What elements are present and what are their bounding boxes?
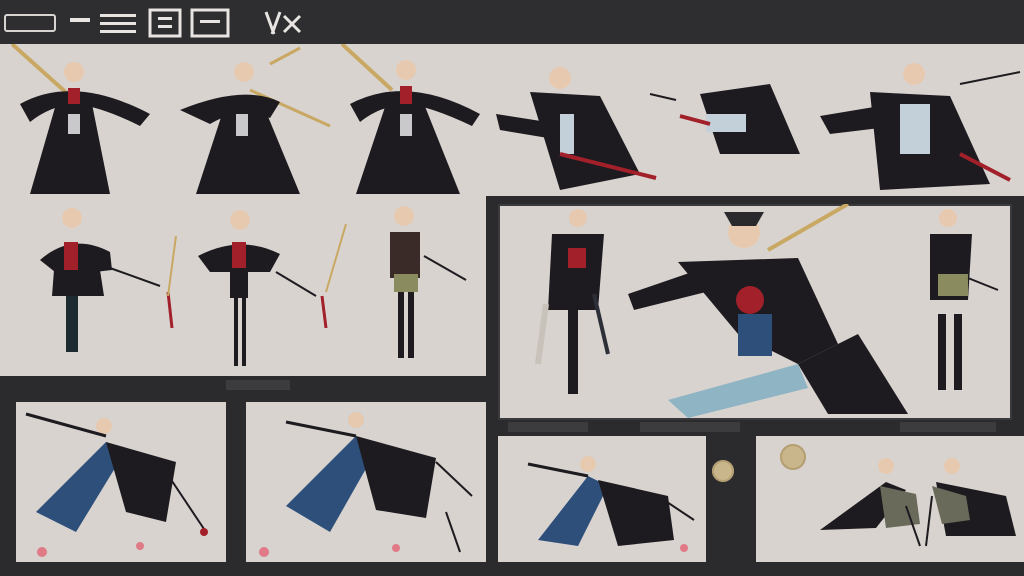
figure-top-5 [649, 84, 800, 154]
bottom-left-figure [25, 412, 208, 557]
bottom-mid-figure [259, 412, 473, 557]
front-row-caption-strip [226, 380, 290, 390]
figure-top-6 [820, 63, 1021, 190]
pose-bottom-right-b [756, 436, 1024, 562]
figure-top-3 [340, 44, 480, 194]
main-action-caption-strip-2 [640, 422, 740, 432]
top-header-bar [0, 0, 1024, 44]
front-row-figures [40, 206, 467, 366]
figure-main-3 [930, 209, 999, 390]
emblem-mark-1 [712, 460, 734, 482]
figure-main-1 [535, 209, 610, 394]
pose-front-row [0, 196, 486, 376]
figure-front-3 [390, 206, 467, 358]
pose-row-top [0, 44, 1024, 196]
figure-main-2 [628, 204, 908, 418]
figure-front-2 [198, 210, 347, 366]
main-action-figures [535, 204, 999, 418]
pose-bottom-right-a [498, 436, 706, 562]
emblem-mark-2 [780, 444, 806, 470]
bottom-right-a-figure [527, 456, 695, 552]
main-action-caption-strip-3 [900, 422, 996, 432]
figure-top-4 [496, 67, 657, 190]
figure-br-1 [820, 458, 921, 547]
pose-main-action [498, 204, 1012, 420]
main-action-caption-strip [508, 422, 588, 432]
header-title-glyphs [70, 8, 340, 38]
header-title-mark [70, 8, 302, 38]
figure-br-2 [925, 458, 1016, 547]
figure-front-1 [40, 208, 177, 352]
header-tag [4, 14, 56, 32]
pose-bottom-mid [246, 402, 486, 562]
top-row-figures [10, 44, 1021, 194]
figure-top-1 [10, 44, 150, 194]
pose-bottom-left [16, 402, 226, 562]
figure-top-2 [180, 46, 331, 194]
